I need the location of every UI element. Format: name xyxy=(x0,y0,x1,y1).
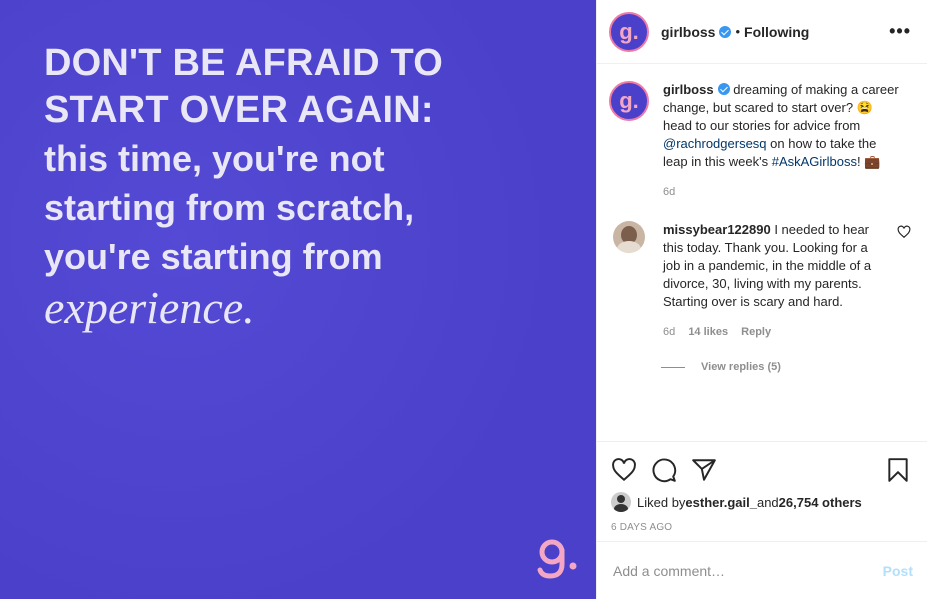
hashtag-link[interactable]: #AskAGirlboss xyxy=(772,154,857,169)
heart-icon[interactable] xyxy=(611,457,637,483)
comment-time[interactable]: 6d xyxy=(663,326,675,338)
caption-time[interactable]: 6d xyxy=(663,186,675,198)
bookmark-icon[interactable] xyxy=(885,457,911,483)
caption-username[interactable]: girlboss xyxy=(663,82,714,97)
quote-line-4: starting from scratch, xyxy=(44,187,415,228)
header-username[interactable]: girlboss xyxy=(661,24,715,40)
quote-line-1: DON'T BE AFRAID TO xyxy=(44,42,443,84)
quote-text: DON'T BE AFRAID TO START OVER AGAIN: thi… xyxy=(44,40,564,335)
post-header: g. girlboss • Following ••• xyxy=(597,0,927,64)
liker-avatar[interactable] xyxy=(611,492,631,512)
post-actions: Liked by esther.gail_ and 26,754 others … xyxy=(597,441,927,533)
caption-meta: 6d xyxy=(663,183,903,201)
quote-line-5: you're starting from xyxy=(44,236,383,277)
post-image[interactable]: DON'T BE AFRAID TO START OVER AGAIN: thi… xyxy=(0,0,596,599)
quote-line-3: this time, you're not xyxy=(44,138,385,179)
caption-avatar[interactable]: g. xyxy=(609,81,649,121)
avatar-logo: g. xyxy=(619,88,639,113)
mention-link[interactable]: @rachrodgersesq xyxy=(663,136,767,151)
quote-line-6: experience. xyxy=(44,282,255,333)
liker-username[interactable]: esther.gail_ xyxy=(685,495,757,510)
post-comment-button[interactable]: Post xyxy=(883,563,913,579)
comment-likes[interactable]: 14 likes xyxy=(688,326,728,338)
comment-icon[interactable] xyxy=(651,457,677,483)
replies-divider xyxy=(661,366,685,368)
likes-prefix: Liked by xyxy=(637,494,686,510)
post-date[interactable]: 6 DAYS AGO xyxy=(611,522,911,533)
quote-line-2: START OVER AGAIN: xyxy=(44,89,434,131)
verified-badge-icon xyxy=(717,83,730,95)
comment-like-heart-icon[interactable] xyxy=(897,225,911,239)
caption: g. girlboss dreaming of making a career … xyxy=(609,81,911,201)
more-options-icon[interactable]: ••• xyxy=(889,21,911,42)
following-button[interactable]: Following xyxy=(744,24,809,40)
comment-input[interactable] xyxy=(613,562,883,579)
caption-text-3: ! 💼 xyxy=(856,154,881,169)
avatar[interactable]: g. xyxy=(609,11,649,52)
post-side-panel: g. girlboss • Following ••• g. girlboss … xyxy=(596,0,927,599)
verified-badge-icon xyxy=(719,25,732,38)
reply-button[interactable]: Reply xyxy=(741,326,771,338)
separator: • xyxy=(735,24,741,39)
avatar-logo: g. xyxy=(619,18,639,44)
likes-summary: Liked by esther.gail_ and 26,754 others xyxy=(611,492,911,512)
commenter-avatar[interactable] xyxy=(613,221,645,253)
likes-middle: and xyxy=(756,494,779,510)
comment-username[interactable]: missybear122890 xyxy=(663,222,771,237)
comment-item: missybear122890 I needed to hear this to… xyxy=(609,221,911,341)
likes-count[interactable]: 26,754 others xyxy=(779,495,862,510)
view-replies-button[interactable]: View replies (5) xyxy=(661,361,911,373)
share-icon[interactable] xyxy=(691,457,717,483)
comment-meta: 6d 14 likes Reply xyxy=(663,323,873,341)
girlboss-logo-icon xyxy=(537,539,577,579)
comments-section[interactable]: g. girlboss dreaming of making a career … xyxy=(597,65,927,440)
add-comment-bar: Post xyxy=(597,541,927,599)
action-icons xyxy=(611,450,911,490)
view-replies-label: View replies (5) xyxy=(701,361,781,373)
